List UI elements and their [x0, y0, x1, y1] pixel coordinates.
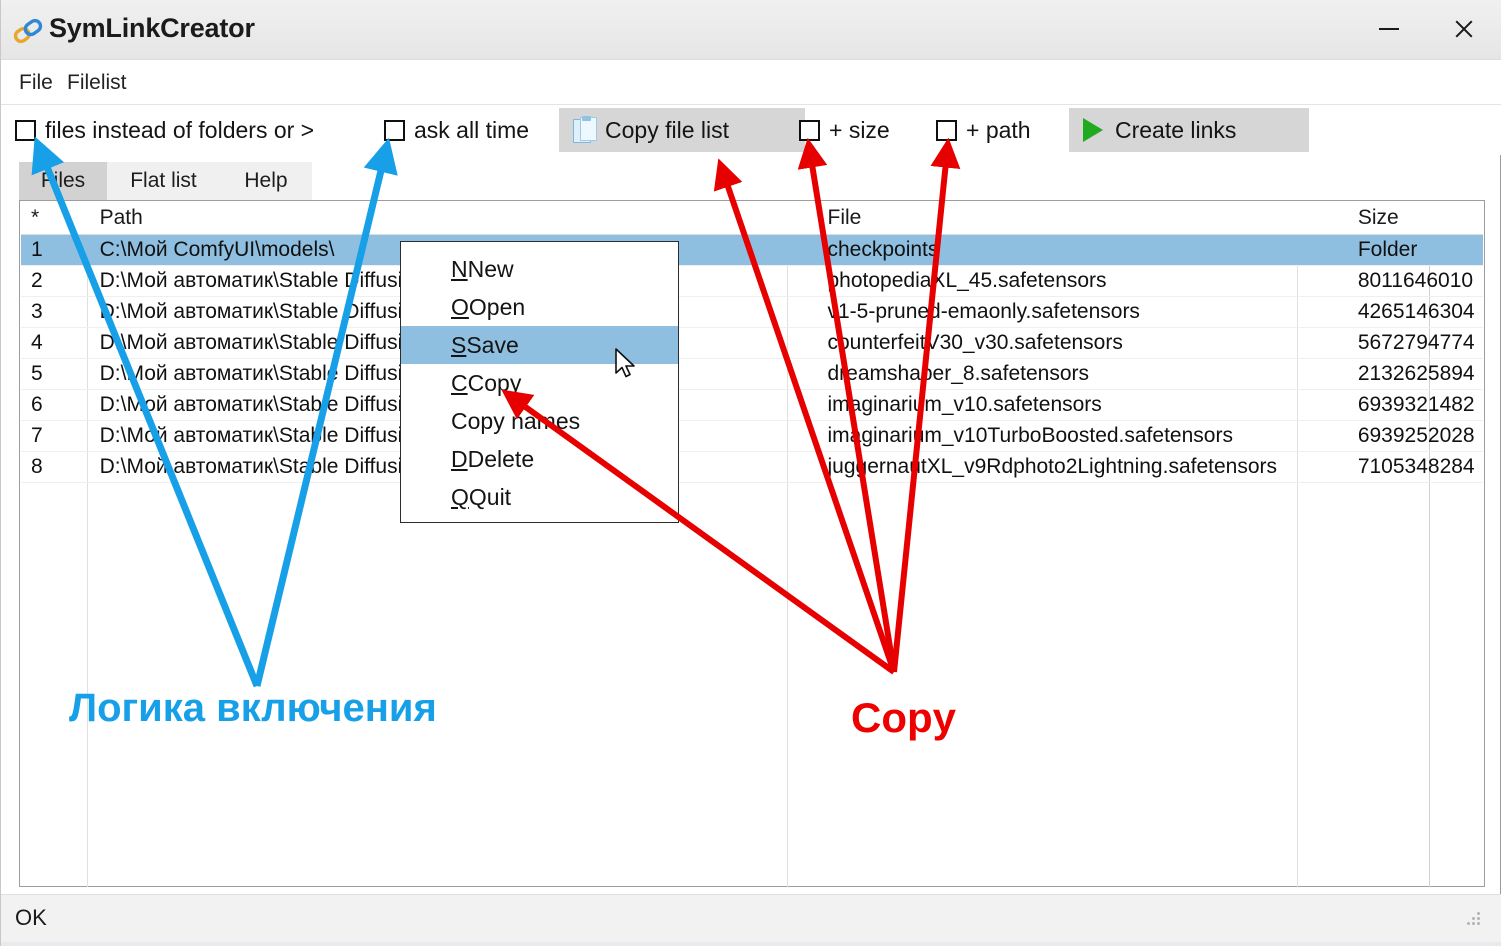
cell-index: 4 — [21, 327, 90, 359]
checkbox-label: files instead of folders or > — [45, 116, 315, 143]
cell-file: v1-5-pruned-emaonly.safetensors — [817, 296, 1348, 328]
table-row[interactable]: 6 D:\Мой автоматик\Stable Diffusion\ ima… — [21, 389, 1483, 421]
cell-file: imaginarium_v10TurboBoosted.safetensors — [817, 420, 1348, 452]
tab-help[interactable]: Help — [220, 162, 312, 200]
checkbox-plus-size[interactable]: + size — [799, 110, 890, 150]
cell-index: 3 — [21, 296, 90, 328]
cell-file: juggernautXL_v9Rdphoto2Lightning.safeten… — [817, 451, 1348, 483]
minimize-icon — [1379, 28, 1399, 30]
checkbox-ask-all-time[interactable]: ask all time — [384, 110, 529, 150]
cell-index: 1 — [21, 234, 90, 266]
table-row[interactable]: 2 D:\Мой автоматик\Stable Diffusion\ pho… — [21, 265, 1483, 297]
tab-label: Files — [40, 169, 86, 192]
checkbox-box-icon — [936, 119, 957, 141]
annotation-label-red: Copy — [851, 694, 956, 741]
cell-file: counterfeitV30_v30.safetensors — [817, 327, 1348, 359]
menu-item-file[interactable]: File — [15, 69, 57, 97]
column-header-file[interactable]: File — [817, 202, 1348, 235]
close-button[interactable] — [1433, 0, 1495, 58]
tab-label: Help — [244, 169, 288, 192]
title-bar: SymLinkCreator — [1, 0, 1501, 60]
tab-strip: Files Flat list Help — [19, 162, 1485, 200]
cell-size: 8011646010 — [1347, 265, 1483, 297]
window-bottom-edge — [1, 942, 1501, 946]
table-row[interactable]: 4 D:\Мой автоматик\Stable Diffusion\ cou… — [21, 327, 1483, 359]
tab-label: Flat list — [130, 169, 197, 192]
table-row[interactable]: 8 D:\Мой автоматик\Stable Diffusion\ jug… — [21, 451, 1483, 483]
file-table-panel: * Path File Size 1 C:\Мой ComfyUI\models… — [19, 200, 1485, 887]
resize-grip-icon[interactable] — [1463, 912, 1481, 930]
checkbox-box-icon — [799, 119, 820, 141]
cell-size: 2132625894 — [1347, 358, 1483, 390]
app-window: SymLinkCreator File Filelist files inste… — [0, 0, 1501, 946]
context-menu-item-label: Quit — [468, 484, 512, 510]
column-header-index[interactable]: * — [21, 202, 90, 235]
context-menu-item-delete[interactable]: DDelete — [401, 440, 678, 478]
tab-files[interactable]: Files — [19, 162, 107, 200]
context-menu-item-label: Save — [466, 332, 519, 358]
status-text: OK — [15, 905, 47, 930]
copy-file-list-button[interactable]: Copy file list — [559, 108, 805, 152]
create-links-label: Create links — [1115, 116, 1237, 143]
checkbox-files-instead-of-folders[interactable]: files instead of folders or > — [15, 110, 314, 150]
play-icon — [1083, 118, 1103, 142]
cell-size: 6939252028 — [1347, 420, 1483, 452]
context-menu-item-label: New — [467, 256, 514, 282]
cell-index: 6 — [21, 389, 90, 421]
context-menu: NNew OOpen SSave CCopy Copy names DDelet… — [400, 241, 679, 523]
checkbox-plus-path[interactable]: + path — [936, 110, 1031, 150]
cell-file: imaginarium_v10.safetensors — [817, 389, 1348, 421]
cell-size: 4265146304 — [1347, 296, 1483, 328]
toolbar: files instead of folders or > ask all ti… — [1, 105, 1501, 155]
table-row[interactable]: 7 D:\Мой автоматик\Stable Diffusion\ ima… — [21, 420, 1483, 452]
create-links-button[interactable]: Create links — [1069, 108, 1309, 152]
close-icon — [1453, 18, 1475, 40]
cell-size: 5672794774 — [1347, 327, 1483, 359]
cell-size: Folder — [1347, 234, 1483, 266]
cell-size: 7105348284 — [1347, 451, 1483, 483]
cell-index: 7 — [21, 420, 90, 452]
checkbox-label: + size — [829, 116, 890, 143]
context-menu-item-open[interactable]: OOpen — [401, 288, 678, 326]
clipboard-icon — [573, 116, 597, 143]
checkbox-label: + path — [966, 116, 1031, 143]
table-row[interactable]: 5 D:\Мой автоматик\Stable Diffusion\ dre… — [21, 358, 1483, 390]
cell-index: 2 — [21, 265, 90, 297]
checkbox-box-icon — [384, 119, 405, 141]
cell-size: 6939321482 — [1347, 389, 1483, 421]
menu-bar: File Filelist — [1, 60, 1501, 105]
annotation-label-blue: Логика включения — [69, 686, 437, 730]
context-menu-item-new[interactable]: NNew — [401, 250, 678, 288]
cell-file: checkpoints — [817, 234, 1348, 266]
mouse-cursor-icon — [615, 348, 635, 378]
menu-item-filelist[interactable]: Filelist — [63, 69, 131, 97]
checkbox-box-icon — [15, 119, 36, 141]
status-bar: OK — [1, 894, 1501, 942]
file-table: * Path File Size 1 C:\Мой ComfyUI\models… — [21, 202, 1483, 483]
context-menu-item-label: Copy — [467, 370, 522, 396]
context-menu-item-copy-names[interactable]: Copy names — [401, 402, 678, 440]
column-header-size[interactable]: Size — [1347, 202, 1483, 235]
context-menu-item-label: Copy names — [451, 408, 581, 434]
context-menu-item-quit[interactable]: QQuit — [401, 478, 678, 516]
copy-file-list-label: Copy file list — [605, 116, 729, 143]
cell-index: 5 — [21, 358, 90, 390]
column-header-path[interactable]: Path — [89, 202, 818, 235]
table-header-row: * Path File Size — [21, 202, 1483, 235]
chain-link-icon — [13, 18, 43, 44]
tab-flat-list[interactable]: Flat list — [107, 162, 220, 200]
checkbox-label: ask all time — [414, 116, 530, 143]
table-row[interactable]: 1 C:\Мой ComfyUI\models\ checkpoints Fol… — [21, 234, 1483, 266]
context-menu-item-label: Open — [468, 294, 526, 320]
table-row[interactable]: 3 D:\Мой автоматик\Stable Diffusion\ v1-… — [21, 296, 1483, 328]
cell-file: photopediaXL_45.safetensors — [817, 265, 1348, 297]
cell-file: dreamshaper_8.safetensors — [817, 358, 1348, 390]
minimize-button[interactable] — [1358, 0, 1420, 58]
context-menu-item-label: Delete — [467, 446, 535, 472]
cell-index: 8 — [21, 451, 90, 483]
window-title: SymLinkCreator — [49, 13, 255, 43]
